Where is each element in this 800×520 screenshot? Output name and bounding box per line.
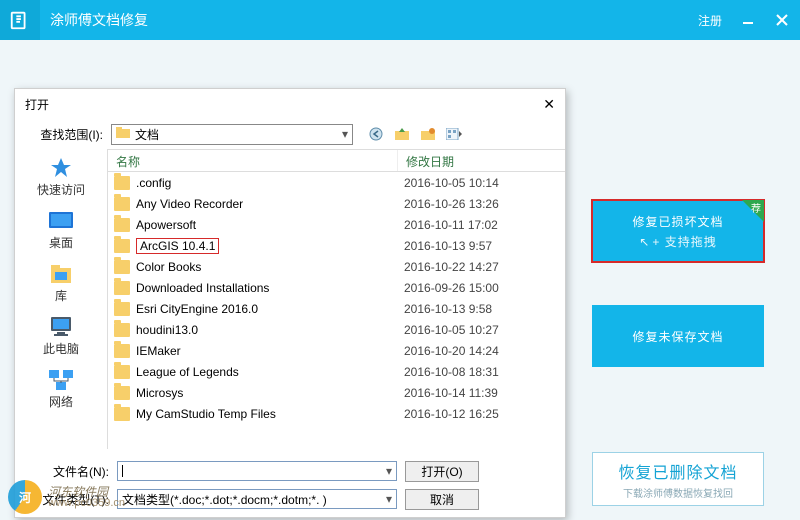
app-logo-icon (0, 0, 40, 40)
register-link[interactable]: 注册 (698, 12, 722, 29)
col-date[interactable]: 修改日期 (398, 150, 565, 171)
table-row[interactable]: Microsys2016-10-14 11:39 (108, 382, 565, 403)
file-date: 2016-10-11 17:02 (404, 218, 498, 232)
tile-label: 修复已损坏文档 (632, 213, 723, 230)
folder-icon (114, 323, 130, 337)
folder-icon (114, 386, 130, 400)
file-name: .config (136, 176, 404, 190)
folder-icon (116, 127, 130, 142)
place-quick-access[interactable]: 快速访问 (23, 155, 99, 198)
col-name[interactable]: 名称 (108, 150, 398, 171)
chevron-down-icon[interactable]: ▾ (386, 464, 392, 478)
file-name: Apowersoft (136, 218, 404, 232)
folder-icon (114, 239, 130, 253)
dialog-close-button[interactable]: ✕ (543, 96, 555, 113)
file-date: 2016-10-20 14:24 (404, 344, 499, 358)
main-area: 荐 修复已损坏文档 ↖+ 支持拖拽 修复未保存文档 恢复已删除文档 下载涂师傅数… (0, 40, 800, 520)
file-name: Color Books (136, 260, 404, 274)
tile-label: 恢复已删除文档 (618, 459, 737, 483)
tile-label: 修复未保存文档 (632, 328, 723, 345)
file-list: 名称 修改日期 .config2016-10-05 10:14Any Video… (107, 149, 565, 449)
place-network[interactable]: 网络 (23, 367, 99, 410)
file-name: houdini13.0 (136, 323, 404, 337)
file-date: 2016-10-05 10:27 (404, 323, 499, 337)
file-name: Any Video Recorder (136, 197, 404, 211)
table-row[interactable]: Any Video Recorder2016-10-26 13:26 (108, 193, 565, 214)
file-name: Esri CityEngine 2016.0 (136, 302, 404, 316)
place-desktop[interactable]: 桌面 (23, 208, 99, 251)
lookin-dropdown[interactable]: 文档 ▾ (111, 124, 353, 145)
place-this-pc[interactable]: 此电脑 (23, 314, 99, 357)
folder-icon (114, 197, 130, 211)
folder-icon (114, 365, 130, 379)
table-row[interactable]: League of Legends2016-10-08 18:31 (108, 361, 565, 382)
table-row[interactable]: Downloaded Installations2016-09-26 15:00 (108, 277, 565, 298)
table-row[interactable]: My CamStudio Temp Files2016-10-12 16:25 (108, 403, 565, 424)
table-row[interactable]: houdini13.02016-10-05 10:27 (108, 319, 565, 340)
folder-icon (114, 302, 130, 316)
view-menu-icon[interactable] (445, 125, 463, 143)
file-name: Downloaded Installations (136, 281, 404, 295)
close-button[interactable] (774, 12, 790, 28)
cursor-icon: ↖ (639, 235, 650, 249)
app-titlebar: 涂师傅文档修复 注册 (0, 0, 800, 40)
file-date: 2016-10-13 9:57 (404, 239, 492, 253)
open-file-dialog: 打开 ✕ 查找范围(I): 文档 ▾ 快速 (14, 88, 566, 518)
folder-icon (114, 281, 130, 295)
minimize-button[interactable] (740, 12, 756, 28)
watermark-name: 河东软件园 (48, 486, 125, 498)
file-date: 2016-10-13 9:58 (404, 302, 492, 316)
file-date: 2016-10-26 13:26 (404, 197, 499, 211)
watermark-url: www.pc0359.cn (48, 498, 125, 509)
file-name: League of Legends (136, 365, 404, 379)
file-name: Microsys (136, 386, 404, 400)
tile-sublabel: 下载涂师傅数据恢复找回 (623, 485, 733, 500)
folder-icon (114, 176, 130, 190)
lookin-value: 文档 (135, 126, 159, 143)
file-date: 2016-10-22 14:27 (404, 260, 499, 274)
file-date: 2016-10-05 10:14 (404, 176, 499, 190)
recover-deleted-tile[interactable]: 恢复已删除文档 下载涂师傅数据恢复找回 (592, 452, 764, 506)
app-title: 涂师傅文档修复 (50, 10, 148, 30)
watermark-logo-icon: 河 (8, 480, 42, 514)
file-date: 2016-10-14 11:39 (404, 386, 498, 400)
table-row[interactable]: ArcGIS 10.4.12016-10-13 9:57 (108, 235, 565, 256)
chevron-down-icon[interactable]: ▾ (386, 492, 392, 506)
new-folder-icon[interactable] (419, 125, 437, 143)
table-row[interactable]: .config2016-10-05 10:14 (108, 172, 565, 193)
open-button[interactable]: 打开(O) (405, 461, 479, 482)
filename-label: 文件名(N): (25, 463, 109, 480)
table-row[interactable]: Esri CityEngine 2016.02016-10-13 9:58 (108, 298, 565, 319)
up-one-level-icon[interactable] (393, 125, 411, 143)
watermark: 河 河东软件园 www.pc0359.cn (8, 480, 125, 514)
list-header[interactable]: 名称 修改日期 (108, 150, 565, 172)
filename-input[interactable]: ▾ (117, 461, 397, 481)
file-date: 2016-09-26 15:00 (404, 281, 499, 295)
table-row[interactable]: IEMaker2016-10-20 14:24 (108, 340, 565, 361)
table-row[interactable]: Apowersoft2016-10-11 17:02 (108, 214, 565, 235)
place-libraries[interactable]: 库 (23, 261, 99, 304)
file-date: 2016-10-12 16:25 (404, 407, 499, 421)
dialog-title: 打开 (25, 96, 49, 113)
file-name: IEMaker (136, 344, 404, 358)
cancel-button[interactable]: 取消 (405, 489, 479, 510)
back-icon[interactable] (367, 125, 385, 143)
repair-unsaved-tile[interactable]: 修复未保存文档 (592, 305, 764, 367)
table-row[interactable]: Color Books2016-10-22 14:27 (108, 256, 565, 277)
lookin-label: 查找范围(I): (25, 126, 103, 143)
folder-icon (114, 260, 130, 274)
file-date: 2016-10-08 18:31 (404, 365, 499, 379)
repair-damaged-tile[interactable]: 荐 修复已损坏文档 ↖+ 支持拖拽 (592, 200, 764, 262)
file-name: ArcGIS 10.4.1 (136, 239, 404, 253)
folder-icon (114, 218, 130, 232)
folder-icon (114, 344, 130, 358)
places-bar: 快速访问 桌面 库 此电脑 网络 (15, 149, 107, 449)
file-name: My CamStudio Temp Files (136, 407, 404, 421)
filetype-dropdown[interactable]: 文档类型(*.doc;*.dot;*.docm;*.dotm;*. ) ▾ (117, 489, 397, 509)
chevron-down-icon: ▾ (342, 127, 348, 141)
folder-icon (114, 407, 130, 421)
